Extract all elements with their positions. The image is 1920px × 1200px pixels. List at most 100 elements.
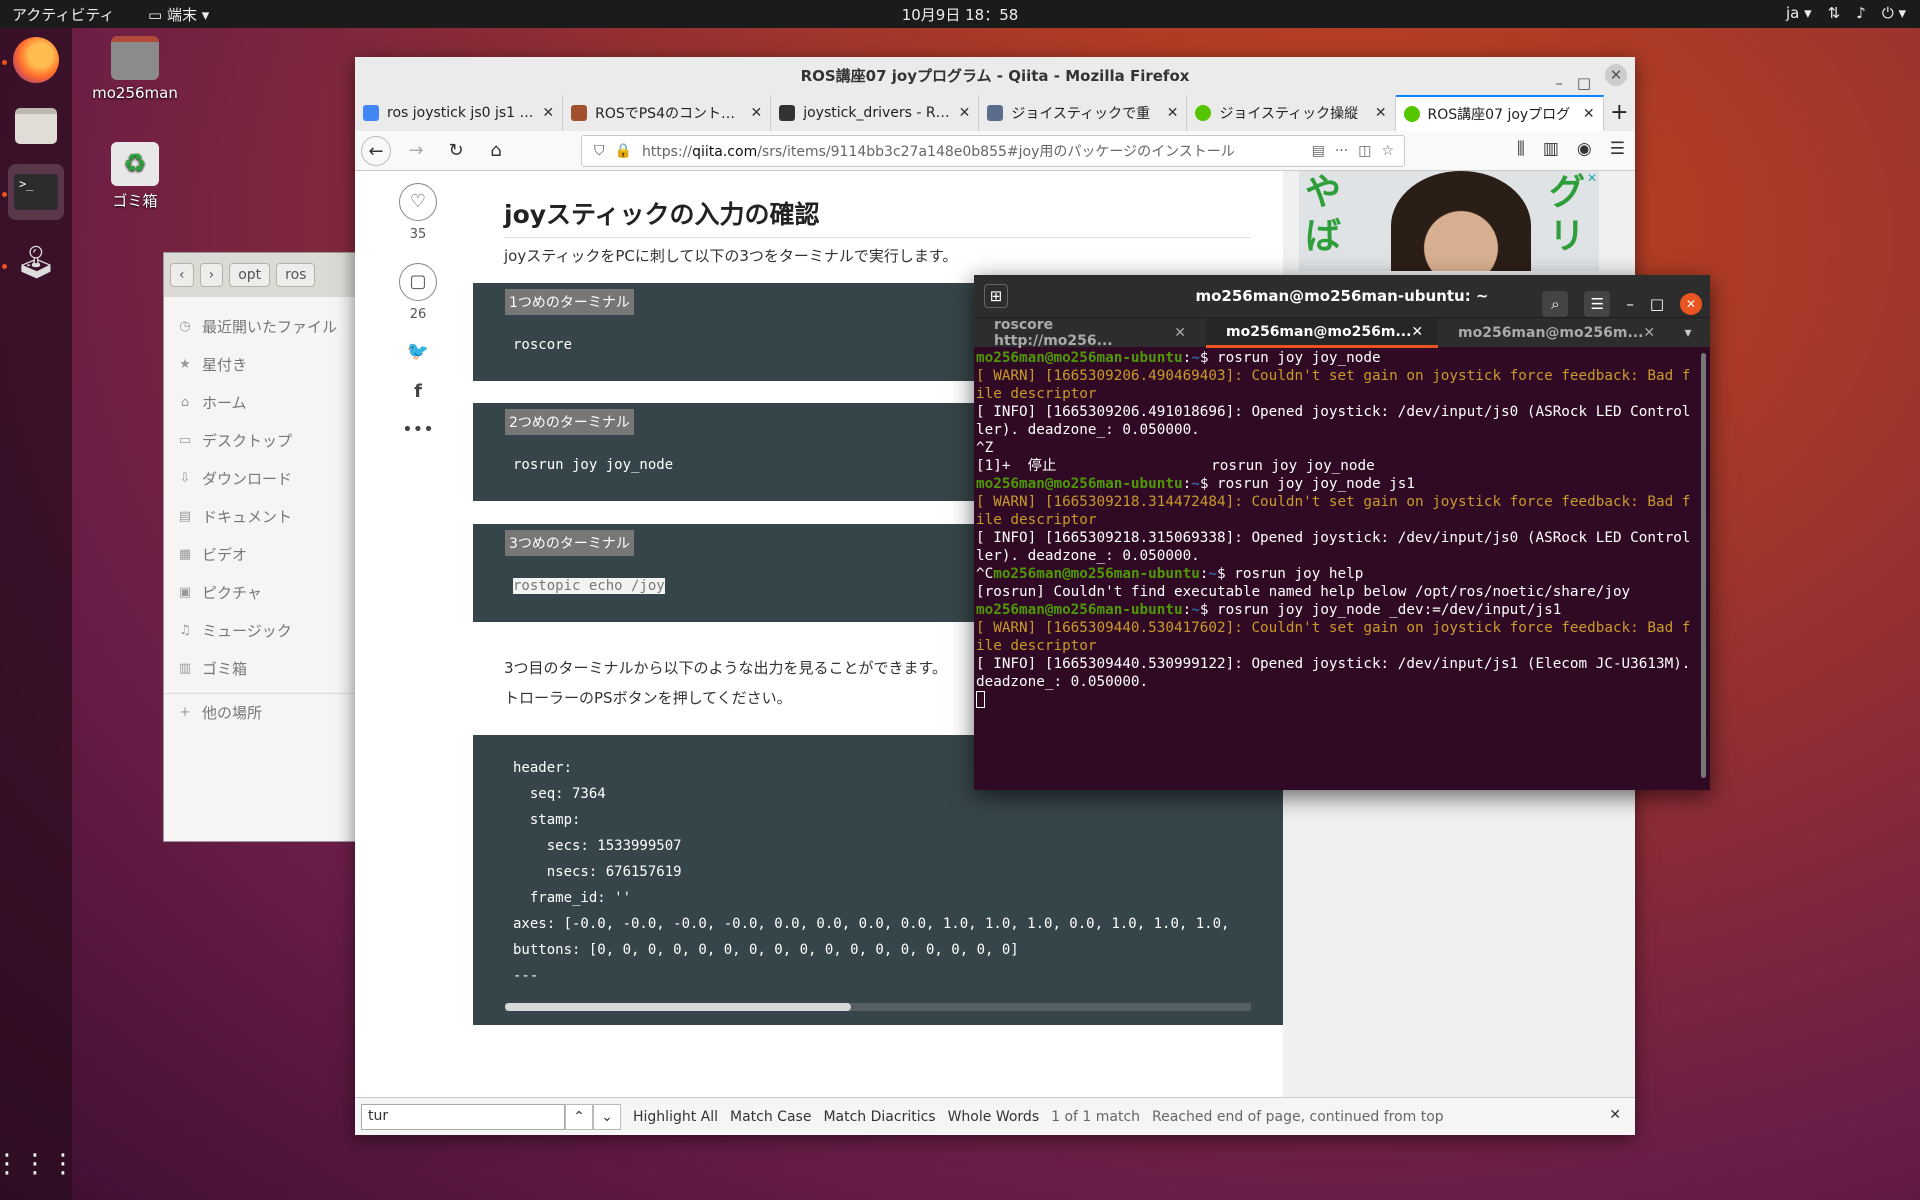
tab-close-icon[interactable]: ✕ bbox=[1174, 325, 1186, 341]
twitter-icon[interactable]: 🐦 bbox=[399, 341, 437, 362]
home-icon[interactable]: ⌂ bbox=[481, 136, 511, 166]
system-tray[interactable]: ja ▾ ⇅ ♪ ⏻ ▾ bbox=[1786, 4, 1906, 22]
scrollbar-thumb[interactable] bbox=[505, 1003, 851, 1011]
match-diacritics-toggle[interactable]: Match Diacritics bbox=[823, 1109, 935, 1125]
menu-icon[interactable]: ☰ bbox=[1610, 139, 1625, 159]
power-icon[interactable]: ⏻ ▾ bbox=[1882, 4, 1906, 22]
facebook-icon[interactable]: f bbox=[399, 381, 437, 402]
app-menu[interactable]: ▭ 端末 ▾ bbox=[148, 4, 209, 25]
sidebar-item-other-locations[interactable]: + 他の場所 bbox=[164, 693, 357, 731]
desktop-home-folder[interactable]: mo256man bbox=[80, 36, 190, 102]
terminal-cursor bbox=[976, 691, 985, 708]
bookmark-star-icon[interactable]: ☆ bbox=[1381, 143, 1394, 159]
clock[interactable]: 10月9日 18：58 bbox=[902, 6, 1019, 24]
more-icon[interactable]: ••• bbox=[399, 419, 437, 440]
terminal-tab-active[interactable]: mo256man@mo256m... ✕ bbox=[1206, 318, 1438, 348]
tab-close-icon[interactable]: ✕ bbox=[1583, 106, 1595, 122]
close-button[interactable]: ✕ bbox=[1605, 64, 1627, 86]
sidebar-item-trash[interactable]: ▥ ゴミ箱 bbox=[164, 649, 357, 687]
volume-icon[interactable]: ♪ bbox=[1856, 4, 1866, 22]
sidebar-item-recent[interactable]: ◷ 最近開いたファイル bbox=[164, 307, 357, 345]
reload-icon[interactable]: ↻ bbox=[441, 136, 471, 166]
close-find-bar-icon[interactable]: ✕ bbox=[1609, 1107, 1621, 1123]
back-arrow-icon[interactable]: ← bbox=[361, 135, 391, 166]
terminal-output[interactable]: mo256man@mo256man-ubuntu:~$ rosrun joy j… bbox=[974, 347, 1700, 710]
paragraph: トローラーのPSボタンを押してください。 bbox=[504, 689, 792, 707]
library-icon[interactable]: ⫼ bbox=[1517, 139, 1525, 159]
browser-tab[interactable]: ジョイスティック操縦 ✕ bbox=[1187, 95, 1396, 131]
tab-close-icon[interactable]: ✕ bbox=[1643, 325, 1655, 341]
browser-tab[interactable]: ROSでPS4のコントロー ✕ bbox=[563, 95, 772, 131]
page-actions-icon[interactable]: ··· bbox=[1335, 143, 1348, 159]
sidebar-item-starred[interactable]: ★ 星付き bbox=[164, 345, 357, 383]
like-heart-icon[interactable]: ♡ bbox=[399, 183, 437, 221]
joystick-launcher[interactable]: 🕹 bbox=[8, 234, 64, 290]
sidebar-item-home[interactable]: ⌂ ホーム bbox=[164, 383, 357, 421]
input-method[interactable]: ja ▾ bbox=[1786, 4, 1812, 22]
close-button[interactable]: ✕ bbox=[1680, 293, 1702, 315]
minimize-button[interactable]: – bbox=[1626, 283, 1634, 325]
highlight-all-toggle[interactable]: Highlight All bbox=[633, 1109, 718, 1125]
tab-close-icon[interactable]: ✕ bbox=[542, 105, 554, 121]
browser-tab[interactable]: ros joystick js0 js1 - Go ✕ bbox=[355, 95, 564, 131]
terminal-line: [1]+ 停止 rosrun joy joy_node bbox=[976, 458, 1375, 474]
find-next-button[interactable]: ⌄ bbox=[593, 1103, 621, 1130]
match-case-toggle[interactable]: Match Case bbox=[730, 1109, 811, 1125]
account-icon[interactable]: ◉ bbox=[1577, 139, 1592, 159]
pocket-icon[interactable]: ◫ bbox=[1358, 143, 1371, 159]
sidebar-item-downloads[interactable]: ⇩ ダウンロード bbox=[164, 459, 357, 497]
terminal-scrollbar[interactable] bbox=[1701, 353, 1706, 778]
new-tab-button[interactable]: + bbox=[1604, 95, 1635, 131]
browser-tab-active[interactable]: ROS講座07 joyプログ ✕ bbox=[1395, 95, 1604, 131]
whole-words-toggle[interactable]: Whole Words bbox=[948, 1109, 1040, 1125]
sidebar-item-videos[interactable]: ▦ ビデオ bbox=[164, 535, 357, 573]
code-block-label: 1つめのターミナル bbox=[505, 289, 634, 315]
sidebar-item-documents[interactable]: ▤ ドキュメント bbox=[164, 497, 357, 535]
reader-view-icon[interactable]: ▤ bbox=[1312, 143, 1325, 159]
tab-label: ジョイスティックで重 bbox=[1011, 106, 1151, 122]
output-line: secs: 1533999507 bbox=[513, 838, 682, 854]
tab-close-icon[interactable]: ✕ bbox=[1375, 105, 1387, 121]
sidebar-item-pictures[interactable]: ▣ ピクチャ bbox=[164, 573, 357, 611]
desktop-trash[interactable]: ♻ ゴミ箱 bbox=[80, 142, 190, 211]
browser-tab[interactable]: ジョイスティックで重 ✕ bbox=[979, 95, 1188, 131]
advertisement[interactable]: やば グリ ✕ bbox=[1299, 171, 1599, 271]
stock-icon[interactable]: ▢ bbox=[399, 263, 437, 301]
network-icon[interactable]: ⇅ bbox=[1828, 4, 1841, 22]
tab-close-icon[interactable]: ✕ bbox=[1411, 324, 1423, 340]
find-previous-button[interactable]: ⌃ bbox=[565, 1103, 593, 1130]
maximize-button[interactable]: □ bbox=[1650, 283, 1664, 325]
search-icon[interactable]: ⌕ bbox=[1542, 291, 1569, 317]
path-segment-ros[interactable]: ros bbox=[276, 263, 316, 287]
tab-close-icon[interactable]: ✕ bbox=[959, 105, 971, 121]
terminal-tab[interactable]: roscore http://mo256... ✕ bbox=[974, 317, 1206, 349]
ad-close-icon[interactable]: ✕ bbox=[1587, 171, 1597, 185]
activities-button[interactable]: アクティビティ bbox=[12, 4, 114, 25]
browser-tab[interactable]: joystick_drivers - ROS ✕ bbox=[771, 95, 980, 131]
forward-arrow-icon[interactable]: → bbox=[401, 136, 431, 166]
url-bar[interactable]: ⛉ 🔒 https://qiita.com/srs/items/9114bb3c… bbox=[581, 135, 1405, 167]
back-button[interactable]: ‹ bbox=[170, 263, 194, 287]
hamburger-menu-icon[interactable]: ☰ bbox=[1584, 291, 1611, 317]
url-text: https://qiita.com/srs/items/9114bb3c27a1… bbox=[642, 141, 1235, 161]
sidebar-icon[interactable]: ▥ bbox=[1543, 139, 1559, 159]
firefox-launcher[interactable] bbox=[8, 32, 64, 88]
sidebar-item-music[interactable]: ♫ ミュージック bbox=[164, 611, 357, 649]
lock-icon[interactable]: 🔒 bbox=[615, 143, 632, 159]
find-input[interactable]: tur bbox=[361, 1103, 565, 1130]
new-tab-icon[interactable]: ⊞ bbox=[984, 284, 1008, 308]
sidebar-item-desktop[interactable]: ▭ デスクトップ bbox=[164, 421, 357, 459]
path-segment-opt[interactable]: opt bbox=[229, 263, 271, 287]
forward-button[interactable]: › bbox=[199, 263, 224, 287]
tab-close-icon[interactable]: ✕ bbox=[750, 105, 762, 121]
show-apps-button[interactable]: ⋮⋮⋮ bbox=[0, 1136, 76, 1192]
terminal-launcher[interactable]: >_ bbox=[8, 164, 64, 220]
picture-icon: ▣ bbox=[178, 584, 192, 600]
horizontal-scrollbar[interactable] bbox=[505, 1003, 1251, 1011]
url-domain: qiita.com bbox=[692, 144, 758, 160]
shield-icon[interactable]: ⛉ bbox=[594, 143, 605, 159]
files-launcher[interactable] bbox=[8, 98, 64, 154]
tab-close-icon[interactable]: ✕ bbox=[1167, 105, 1179, 121]
terminal-line: [ INFO] [1665309440.530999122]: Opened j… bbox=[976, 656, 1700, 690]
sidebar-label: ビデオ bbox=[202, 545, 248, 564]
